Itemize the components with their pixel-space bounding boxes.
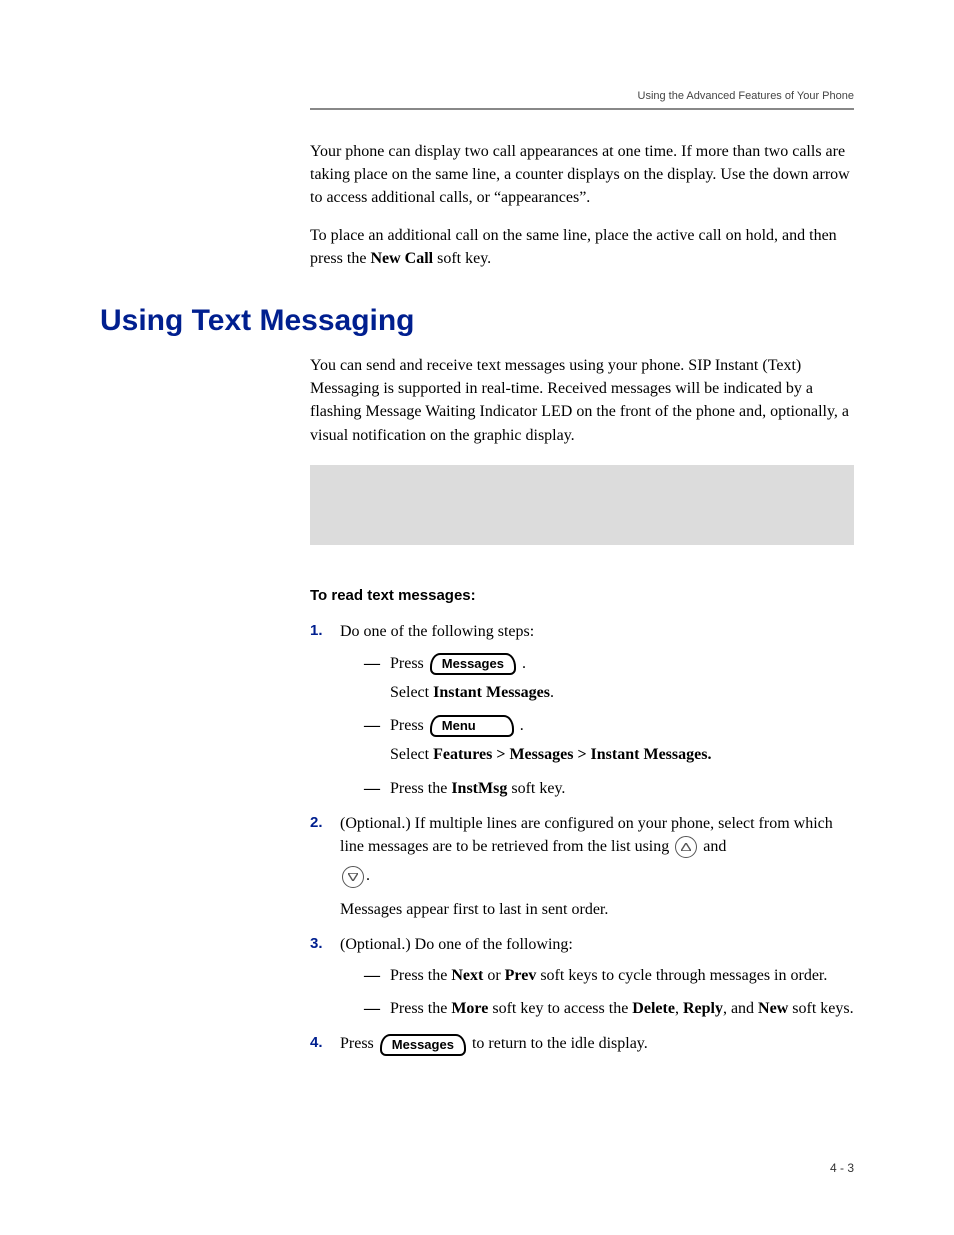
text-fragment: Press the [390,780,451,797]
step-2-line-1: (Optional.) If multiple lines are config… [340,815,833,855]
text-fragment: or [483,967,504,984]
text-fragment: Select [390,746,433,763]
section-paragraph-1: You can send and receive text messages u… [310,354,854,447]
new-call-label: New Call [370,250,433,267]
text-fragment: Select [390,684,433,701]
more-label: More [451,1000,488,1017]
section-body: You can send and receive text messages u… [310,354,854,1056]
text-fragment: soft keys. [788,1000,853,1017]
delete-label: Delete [632,1000,675,1017]
text-fragment: Press the [390,967,451,984]
step-1-options: Press Messages . Select Instant Messages… [364,652,854,800]
page-number: 4 - 3 [830,1161,854,1175]
next-label: Next [451,967,483,984]
new-label: New [758,1000,788,1017]
text-fragment: (Optional.) If multiple lines are config… [340,815,833,855]
text-fragment: Press the [390,1000,451,1017]
step-1-lead: Do one of the following steps: [340,623,534,640]
text-fragment: . [366,867,370,884]
text-fragment: Press [340,1035,378,1052]
intro-block: Your phone can display two call appearan… [310,140,854,270]
step-3-option-2: Press the More soft key to access the De… [364,997,854,1020]
text-fragment: . [550,684,554,701]
intro-paragraph-2: To place an additional call on the same … [310,224,854,270]
text-fragment: soft key. [507,780,565,797]
step-3-options: Press the Next or Prev soft keys to cycl… [364,964,854,1020]
page-header: Using the Advanced Features of Your Phon… [310,90,854,110]
procedure-steps: Do one of the following steps: Press Mes… [310,620,854,1055]
text-fragment: soft key. [433,250,491,267]
text-fragment: and [703,838,726,855]
text-fragment: . [522,655,526,672]
step-2: (Optional.) If multiple lines are config… [310,812,854,921]
messages-key-icon: Messages [430,653,516,675]
text-fragment: to return to the idle display. [472,1035,648,1052]
text-fragment: Press [390,717,428,734]
text-fragment: , [675,1000,683,1017]
procedure-title: To read text messages: [310,585,854,607]
instmsg-label: InstMsg [451,780,507,797]
section-heading-text-messaging: Using Text Messaging [100,304,854,338]
step-3-option-1: Press the Next or Prev soft keys to cycl… [364,964,854,987]
step-2-line-2: Messages appear first to last in sent or… [340,898,854,921]
step-1: Do one of the following steps: Press Mes… [310,620,854,799]
step-3-lead: (Optional.) Do one of the following: [340,936,573,953]
reply-label: Reply [683,1000,723,1017]
note-box [310,465,854,545]
step-3: (Optional.) Do one of the following: Pre… [310,933,854,1021]
step-1-option-1-select: Select Instant Messages. [390,681,854,704]
menu-key-icon: Menu [430,715,514,737]
header-rule [310,108,854,110]
step-1-option-1: Press Messages . Select Instant Messages… [364,652,854,705]
up-arrow-icon [675,836,697,858]
messages-key-icon: Messages [380,1034,466,1056]
step-2-arrow-down-line: . [340,864,854,887]
step-1-option-2: Press Menu . Select Features > Messages … [364,714,854,767]
running-header-title: Using the Advanced Features of Your Phon… [310,90,854,102]
text-fragment: soft keys to cycle through messages in o… [536,967,827,984]
text-fragment: , and [723,1000,758,1017]
prev-label: Prev [505,967,537,984]
text-fragment: Press [390,655,428,672]
page: Using the Advanced Features of Your Phon… [0,0,954,1235]
instant-messages-label: Instant Messages [433,684,550,701]
text-fragment: soft key to access the [488,1000,632,1017]
step-1-option-3: Press the InstMsg soft key. [364,777,854,800]
text-fragment: . [520,717,524,734]
down-arrow-icon [342,866,364,888]
intro-paragraph-1: Your phone can display two call appearan… [310,140,854,210]
features-messages-path-label: Features > Messages > Instant Messages. [433,746,711,763]
step-4: Press Messages to return to the idle dis… [310,1032,854,1055]
step-1-option-2-select: Select Features > Messages > Instant Mes… [390,743,854,766]
